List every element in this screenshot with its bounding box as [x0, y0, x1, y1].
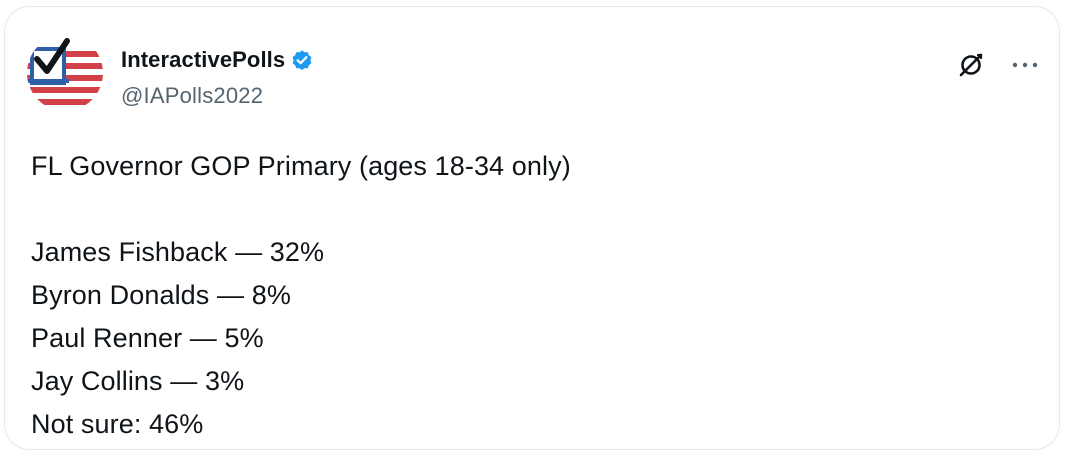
user-info: InteractivePolls @IAPolls2022 — [121, 43, 314, 109]
result-line: James Fishback — 32% — [31, 237, 325, 267]
name-row: InteractivePolls — [121, 43, 314, 77]
post-card[interactable]: InteractivePolls @IAPolls2022 FL Governo… — [4, 6, 1060, 450]
verified-badge-icon[interactable] — [290, 48, 314, 72]
post-text: FL Governor GOP Primary (ages 18-34 only… — [31, 145, 571, 446]
user-handle[interactable]: @IAPolls2022 — [121, 83, 314, 109]
result-line: Paul Renner — 5% — [31, 323, 264, 353]
post-headline: FL Governor GOP Primary (ages 18-34 only… — [31, 151, 571, 181]
grok-icon[interactable] — [955, 49, 987, 81]
display-name[interactable]: InteractivePolls — [121, 47, 285, 73]
post-header: InteractivePolls @IAPolls2022 — [27, 35, 1041, 119]
result-line: Jay Collins — 3% — [31, 366, 245, 396]
post-actions — [955, 49, 1041, 81]
checkmark-flag-logo — [27, 35, 103, 111]
avatar[interactable] — [27, 35, 103, 111]
result-line: Not sure: 46% — [31, 409, 204, 439]
more-options-icon[interactable] — [1009, 49, 1041, 81]
result-line: Byron Donalds — 8% — [31, 280, 291, 310]
